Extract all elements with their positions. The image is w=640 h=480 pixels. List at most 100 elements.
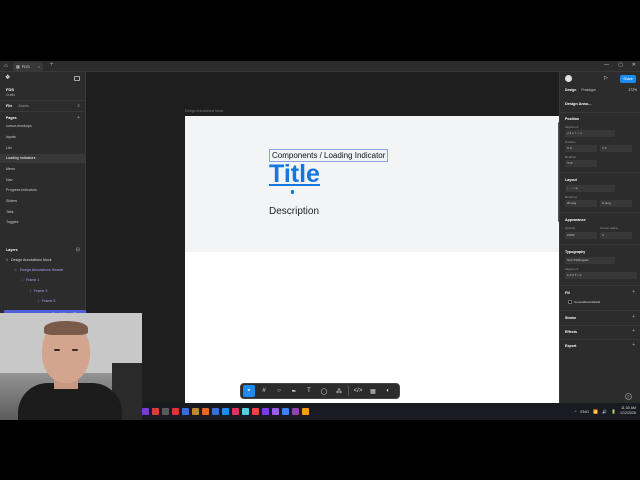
- system-tray: ^ ENG 📶 🔊 🔋 11:30 AM 1/12/2026: [574, 406, 636, 416]
- search-icon[interactable]: ⌕: [77, 103, 80, 109]
- layer-item[interactable]: ◇ Design Annotations Header: [14, 266, 64, 275]
- new-tab-button[interactable]: +: [50, 62, 54, 68]
- layers-collapse-icon[interactable]: ⊟: [76, 247, 80, 253]
- tab-prototype[interactable]: Prototype: [581, 88, 596, 92]
- tab-file[interactable]: File: [6, 104, 12, 108]
- add-effect-icon[interactable]: +: [632, 328, 635, 334]
- add-stroke-icon[interactable]: +: [632, 314, 635, 320]
- text-style-select[interactable]: Text XS/Regular: [565, 257, 615, 264]
- home-icon[interactable]: ⌂: [4, 63, 10, 69]
- move-tool[interactable]: ⌖: [243, 385, 255, 397]
- shape-tool[interactable]: ○: [273, 385, 285, 397]
- canvas[interactable]: Design Annotations Mock Components / Loa…: [87, 72, 560, 403]
- annotation-component[interactable]: [185, 116, 559, 252]
- taskbar-app-icon[interactable]: [142, 408, 149, 415]
- x-input[interactable]: X 0: [565, 145, 597, 152]
- figma-menu-icon[interactable]: ❖: [5, 75, 10, 81]
- frame-tool[interactable]: #: [258, 385, 270, 397]
- actions-tool[interactable]: ⁂: [333, 385, 345, 397]
- opacity-input[interactable]: 100%: [565, 232, 597, 239]
- y-input[interactable]: Y 0: [600, 145, 632, 152]
- comment-tool[interactable]: ◯: [318, 385, 330, 397]
- taskbar-app-icon[interactable]: [182, 408, 189, 415]
- layer-item[interactable]: ⁞ Frame 3: [30, 287, 47, 296]
- dev-mode-toggle[interactable]: </>: [352, 385, 364, 397]
- corner-radius-input[interactable]: 0: [600, 232, 632, 239]
- add-page-icon[interactable]: +: [77, 115, 80, 121]
- page-item[interactable]: Toggles: [0, 218, 86, 227]
- add-fill-icon[interactable]: +: [632, 289, 635, 295]
- taskbar-app-icon[interactable]: [272, 408, 279, 415]
- tab-assets[interactable]: Assets: [18, 104, 29, 108]
- taskbar-app-icon[interactable]: [162, 408, 169, 415]
- page-item[interactable]: Menu: [0, 165, 86, 174]
- page-item[interactable]: cursor-mockups: [0, 122, 86, 131]
- left-tabs: File Assets ⌕: [0, 100, 86, 112]
- page-item[interactable]: Inputs: [0, 133, 86, 142]
- frame-label[interactable]: Design Annotations Mock: [185, 109, 223, 113]
- layout-direction-controls[interactable]: ↓ → ⤶ ⊞: [565, 185, 615, 192]
- grid-toggle[interactable]: ▦: [367, 385, 379, 397]
- taskbar-app-icon[interactable]: [242, 408, 249, 415]
- help-icon[interactable]: ?: [625, 393, 632, 400]
- taskbar-app-icon[interactable]: [192, 408, 199, 415]
- language-indicator[interactable]: ENG: [580, 409, 589, 414]
- layer-item[interactable]: ⁞ Frame 2: [38, 297, 55, 306]
- width-input[interactable]: W Hug: [565, 200, 597, 207]
- share-button[interactable]: Share: [620, 75, 636, 83]
- taskbar-app-icon[interactable]: [172, 408, 179, 415]
- page-item[interactable]: Progress indicators: [0, 186, 86, 195]
- maximize-button[interactable]: ▢: [618, 62, 623, 68]
- artboard-frame[interactable]: Components / Loading Indicator Title Des…: [185, 116, 559, 403]
- description-text[interactable]: Description: [269, 206, 319, 217]
- page-item-selected[interactable]: Loading Indicators: [0, 154, 86, 163]
- rotation-input[interactable]: ⟲ 0°: [565, 160, 597, 167]
- effects-heading: Effects: [565, 330, 577, 334]
- taskbar-app-icon[interactable]: [302, 408, 309, 415]
- taskbar-app-icon[interactable]: [282, 408, 289, 415]
- tab-design[interactable]: Design: [565, 88, 576, 92]
- selection-name[interactable]: Design Anno...: [565, 102, 591, 106]
- clock[interactable]: 11:30 AM 1/12/2026: [620, 406, 636, 416]
- taskbar-app-icon[interactable]: [292, 408, 299, 415]
- taskbar-app-icon[interactable]: [232, 408, 239, 415]
- layer-item[interactable]: ⁞ Frame 1: [22, 276, 39, 285]
- taskbar-app-icon[interactable]: [152, 408, 159, 415]
- text-tool[interactable]: T: [303, 385, 315, 397]
- add-export-icon[interactable]: +: [632, 342, 635, 348]
- text-alignment-controls[interactable]: ≡ ≡ ≡ T ↕ ≡: [565, 272, 637, 279]
- settings-toggle[interactable]: ◐: [382, 385, 394, 397]
- page-item[interactable]: Nav: [0, 176, 86, 185]
- corner-radius-label: Corner radius: [600, 226, 619, 230]
- layer-item[interactable]: # Design Annotations Mock: [6, 256, 52, 265]
- close-window-button[interactable]: ✕: [632, 62, 636, 68]
- fill-color-swatch[interactable]: [568, 300, 572, 304]
- webcam-overlay: [0, 313, 142, 420]
- wifi-icon[interactable]: 📶: [593, 409, 598, 414]
- pen-tool[interactable]: ✒: [288, 385, 300, 397]
- file-tab[interactable]: ▦ FDS ×: [13, 62, 43, 71]
- avatar[interactable]: [565, 75, 572, 82]
- zoom-level[interactable]: 372%: [628, 88, 637, 92]
- alignment-controls[interactable]: ⫷ ≡ ⫸ ⊤ ⊥ ⫸: [565, 130, 615, 137]
- height-input[interactable]: H Hug: [600, 200, 632, 207]
- title-bar: ⌂ ▦ FDS × + — ▢ ✕: [0, 61, 640, 72]
- page-item[interactable]: Tabs: [0, 208, 86, 217]
- taskbar-app-icon[interactable]: [212, 408, 219, 415]
- close-tab-icon[interactable]: ×: [38, 64, 40, 69]
- page-item[interactable]: Sliders: [0, 197, 86, 206]
- fill-style-name[interactable]: General/text/default: [574, 300, 600, 304]
- present-icon[interactable]: ▷: [604, 75, 608, 81]
- taskbar-app-icon[interactable]: [222, 408, 229, 415]
- minimize-button[interactable]: —: [604, 62, 609, 68]
- taskbar-app-icon[interactable]: [202, 408, 209, 415]
- sidebar-toggle-icon[interactable]: [74, 76, 80, 81]
- taskbar-app-icon[interactable]: [252, 408, 259, 415]
- page-item[interactable]: List: [0, 144, 86, 153]
- taskbar-app-icon[interactable]: [262, 408, 269, 415]
- battery-icon[interactable]: 🔋: [611, 409, 616, 414]
- tray-overflow-icon[interactable]: ^: [574, 409, 576, 414]
- volume-icon[interactable]: 🔊: [602, 409, 607, 414]
- title-text[interactable]: Title: [269, 160, 320, 189]
- file-name[interactable]: FDS: [6, 87, 14, 92]
